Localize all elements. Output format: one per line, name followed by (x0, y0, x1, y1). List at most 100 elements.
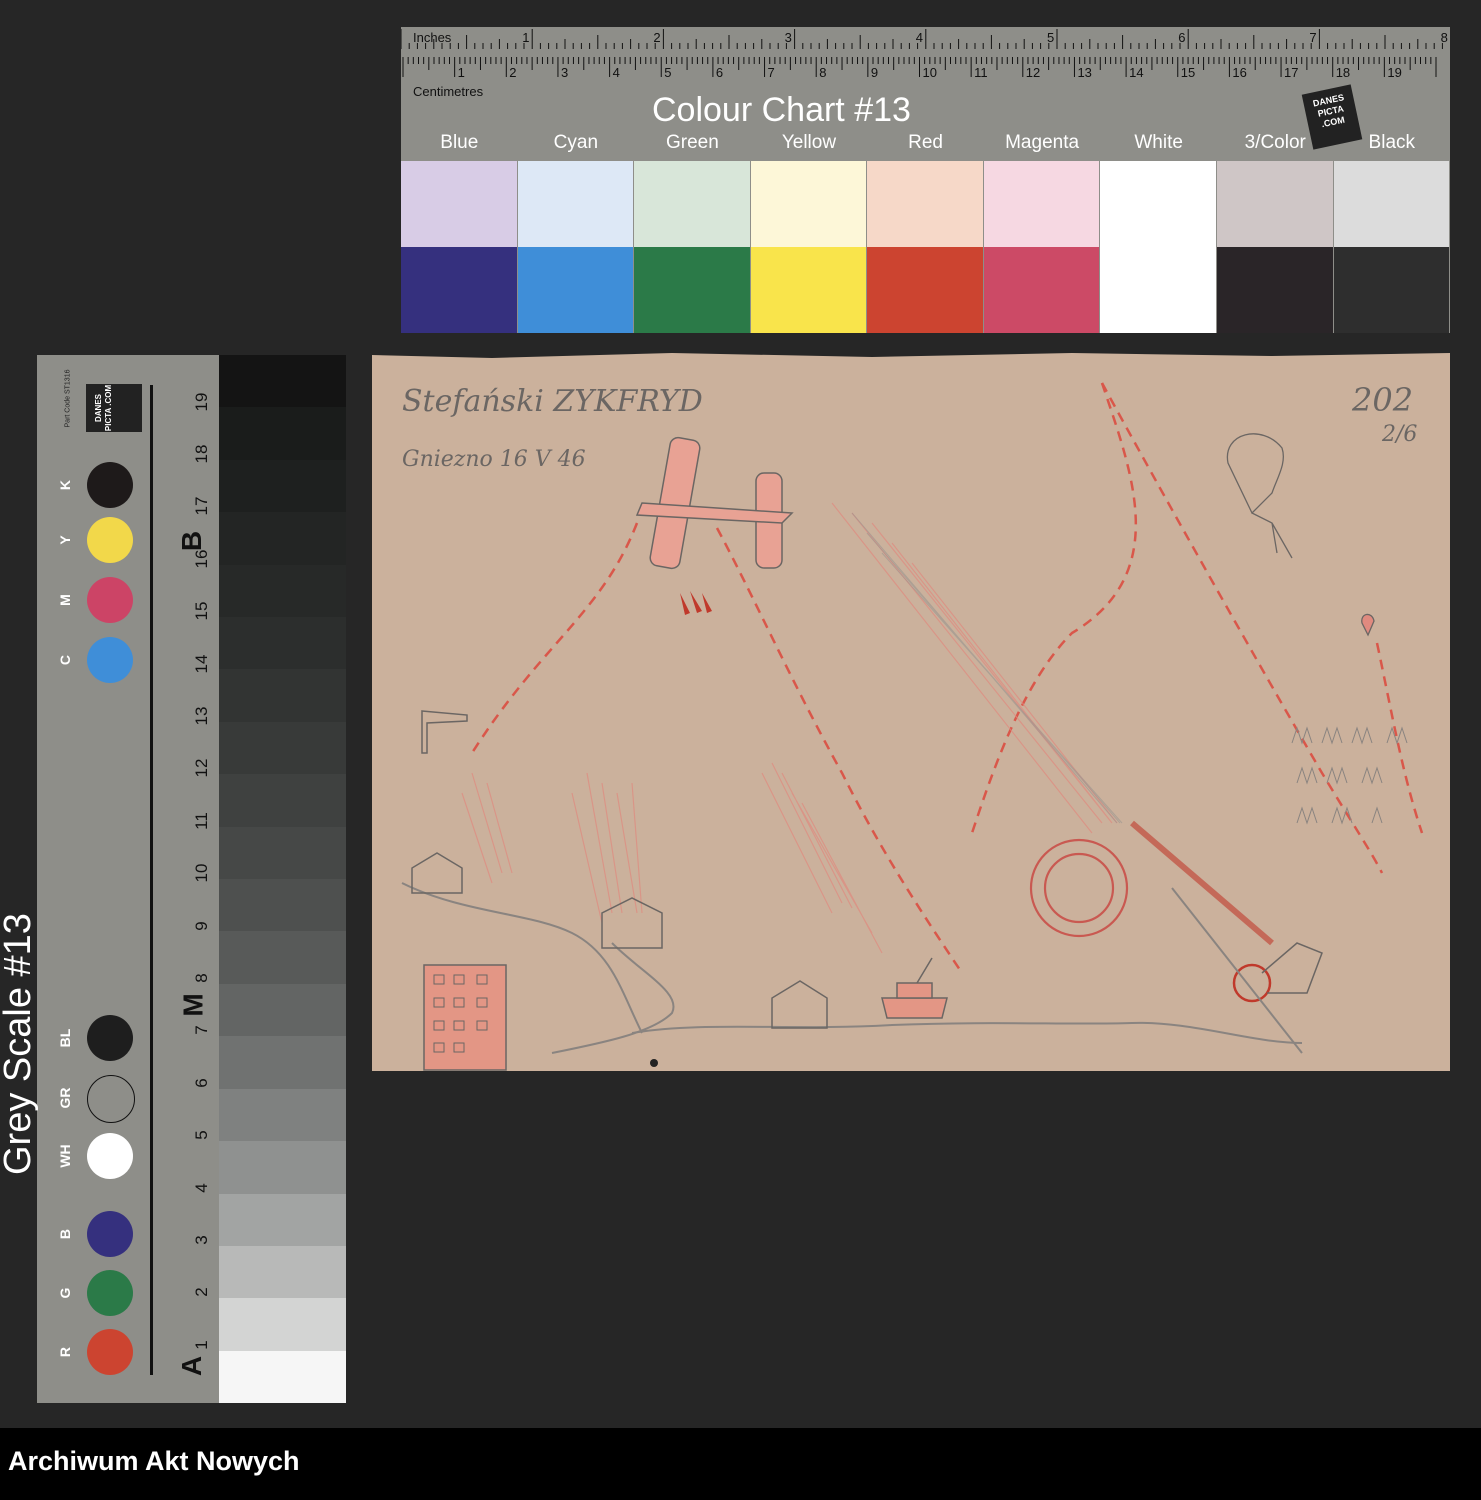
grey-step (219, 1245, 346, 1299)
swatch-light (634, 161, 750, 247)
reference-dot (87, 1075, 135, 1123)
inch-number: 3 (785, 30, 792, 45)
reference-dot (87, 1211, 133, 1257)
grey-step-number: 18 (192, 444, 211, 464)
archive-stamp (1029, 838, 1129, 938)
cm-number: 12 (1026, 65, 1040, 80)
inch-number: 6 (1178, 30, 1185, 45)
swatch-dark (1216, 247, 1333, 333)
swatch-light (750, 161, 867, 247)
drawing-illustration: Stefański ZYKFRYD Gniezno 16 V 46 202 2/… (372, 348, 1450, 1071)
reference-dot-label: B (57, 1228, 73, 1240)
colour-name: Cyan (553, 132, 599, 153)
reference-dot (87, 1133, 133, 1179)
inch-number: 4 (916, 30, 923, 45)
grey-step (219, 826, 346, 880)
cm-number: 15 (1181, 65, 1195, 80)
swatch-light (1333, 161, 1450, 247)
letter-b: B (176, 530, 208, 552)
swatch-light (401, 161, 517, 247)
swatch-column (634, 161, 751, 333)
cm-number: 19 (1387, 65, 1401, 80)
swatch-dark (401, 247, 517, 333)
colour-chart-title: Colour Chart #13 (652, 91, 911, 129)
child-drawing: Stefański ZYKFRYD Gniezno 16 V 46 202 2/… (372, 348, 1450, 1071)
colour-name: Black (1368, 132, 1416, 153)
grey-step (219, 1088, 346, 1142)
grey-step (219, 879, 346, 932)
cm-number: 13 (1077, 65, 1091, 80)
swatch-light (517, 161, 634, 247)
colour-name: Blue (440, 132, 479, 153)
ruler: 12345678 1 2 3 4 5 6 7 8 9 10 11 12 13 14 15 16 17 18 19 (401, 29, 1448, 80)
colour-name: Magenta (1005, 132, 1080, 153)
grey-step-number: 13 (192, 706, 211, 726)
sheet-subnumber: 2/6 (1381, 422, 1417, 447)
cm-number: 10 (923, 65, 937, 80)
colour-names: Blue Cyan Green Yellow Red Magenta White 3/Colo… (401, 132, 1450, 158)
reference-dot (87, 637, 133, 683)
colour-name: 3/Color (1244, 132, 1306, 153)
part-code: Part Code ST1316 (64, 369, 72, 428)
grey-step (219, 1298, 346, 1351)
reference-dot-label: BL (57, 1028, 73, 1048)
reference-dot (87, 1270, 133, 1316)
inch-number: 1 (522, 30, 529, 45)
grey-step-number: 6 (192, 1078, 211, 1088)
grey-step-number: 15 (192, 601, 211, 621)
reference-dot-label: M (57, 594, 73, 606)
swatch-dark (517, 247, 634, 333)
cm-number: 7 (768, 65, 775, 80)
swatch-dark (1333, 247, 1450, 333)
grey-step (219, 1036, 346, 1089)
cm-number: 4 (613, 65, 620, 80)
archive-name: Archiwum Akt Nowych (8, 1446, 300, 1476)
grey-step (219, 355, 346, 408)
reference-dot (87, 462, 133, 508)
grey-step-number: 5 (192, 1130, 211, 1140)
grey-step (219, 459, 346, 513)
reference-dot (87, 1015, 133, 1061)
colour-chart: 12345678 1 2 3 4 5 6 7 8 9 10 11 12 13 14 15 16 17 18 19 I… (401, 27, 1451, 333)
cm-number: 6 (716, 65, 723, 80)
grey-step (219, 983, 346, 1037)
grey-step-numbers: 19 18 17 16 15 14 13 12 11 10 9 8 7 6 5 4 3 2 1 (187, 355, 217, 1403)
grey-steps (219, 355, 346, 1404)
swatch-light (867, 161, 983, 247)
inch-number: 2 (653, 30, 660, 45)
grey-step-number: 11 (192, 812, 211, 830)
cm-number: 2 (509, 65, 516, 80)
inch-number: 7 (1309, 30, 1316, 45)
biplane-drawing (635, 436, 794, 570)
colour-swatches (401, 161, 1451, 333)
swatch-dark (983, 247, 1100, 333)
cm-number: 11 (974, 65, 988, 80)
grey-step-number: 7 (192, 1025, 211, 1036)
tank-drawing (881, 957, 948, 1019)
cm-number: 16 (1232, 65, 1246, 80)
grey-scale-title: Grey Scale #13 (0, 913, 39, 1175)
grey-step-number: 19 (192, 392, 211, 412)
swatch-column (401, 161, 518, 333)
grey-step-number: 2 (192, 1287, 211, 1298)
cannon-drawing (1130, 820, 1323, 1054)
letter-a: A (176, 1355, 208, 1377)
colour-name: Green (666, 132, 719, 153)
colour-name: Red (908, 132, 943, 153)
swatch-column (983, 161, 1101, 333)
cm-number: 17 (1284, 65, 1298, 80)
grey-step (219, 512, 346, 565)
cm-number: 5 (664, 65, 671, 80)
swatch-column (1333, 161, 1451, 333)
grey-step-number: 4 (192, 1182, 211, 1193)
swatch-column (517, 161, 635, 333)
reference-dot-label: C (57, 654, 73, 666)
grey-step (219, 669, 346, 722)
cm-number: 8 (819, 65, 826, 80)
grey-scale-chart: 19 18 17 16 15 14 13 12 11 10 9 8 7 6 5 4 3 2 1 Part Code … (0, 355, 346, 1404)
author-name: Stefański ZYKFRYD (402, 384, 703, 419)
swatch-light (983, 161, 1100, 247)
grey-step-number: 14 (192, 654, 211, 674)
grey-step (219, 931, 346, 984)
grey-step (219, 407, 346, 460)
